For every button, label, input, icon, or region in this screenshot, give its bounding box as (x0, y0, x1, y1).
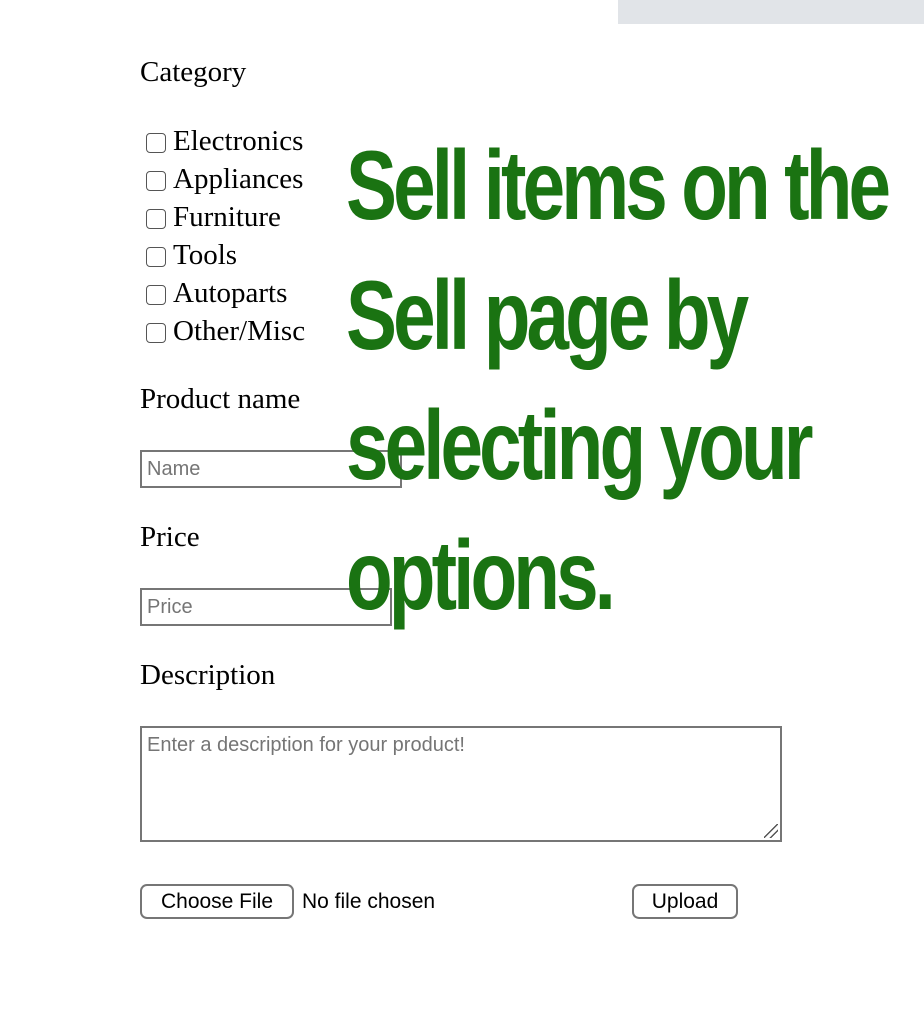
resize-handle-icon[interactable] (764, 824, 778, 838)
upload-button[interactable]: Upload (632, 884, 738, 919)
category-option-label: Furniture (173, 200, 281, 233)
overlay-line: options. (346, 520, 616, 630)
overlay-line: selecting your (346, 390, 814, 500)
category-option-label: Autoparts (173, 276, 288, 309)
checkbox-tools[interactable] (146, 247, 166, 267)
overlay-line: Sell page by (346, 260, 749, 370)
file-status-text: No file chosen (302, 890, 436, 913)
category-option-autoparts[interactable]: Autoparts (146, 274, 305, 312)
description-label: Description (140, 659, 276, 691)
category-option-appliances[interactable]: Appliances (146, 160, 305, 198)
category-checkbox-list: Electronics Appliances Furniture Tools A… (146, 122, 305, 350)
category-option-label: Appliances (173, 162, 304, 195)
price-label: Price (140, 521, 200, 553)
category-option-label: Other/Misc (173, 314, 306, 347)
category-option-furniture[interactable]: Furniture (146, 198, 305, 236)
sell-instructions-overlay: Sell items on the Sell page by selecting… (346, 120, 891, 640)
category-option-label: Electronics (173, 124, 304, 157)
checkbox-appliances[interactable] (146, 171, 166, 191)
category-option-label: Tools (173, 238, 238, 271)
checkbox-furniture[interactable] (146, 209, 166, 229)
description-placeholder: Enter a description for your product! (147, 734, 465, 756)
category-option-other-misc[interactable]: Other/Misc (146, 312, 305, 350)
choose-file-button[interactable]: Choose File (140, 884, 294, 919)
checkbox-other-misc[interactable] (146, 323, 166, 343)
overlay-line: Sell items on the (346, 130, 891, 240)
category-label: Category (140, 56, 247, 88)
top-bar (618, 0, 924, 24)
description-textarea[interactable]: Enter a description for your product! (140, 726, 782, 842)
category-option-electronics[interactable]: Electronics (146, 122, 305, 160)
checkbox-electronics[interactable] (146, 133, 166, 153)
checkbox-autoparts[interactable] (146, 285, 166, 305)
category-option-tools[interactable]: Tools (146, 236, 305, 274)
product-name-label: Product name (140, 383, 301, 415)
